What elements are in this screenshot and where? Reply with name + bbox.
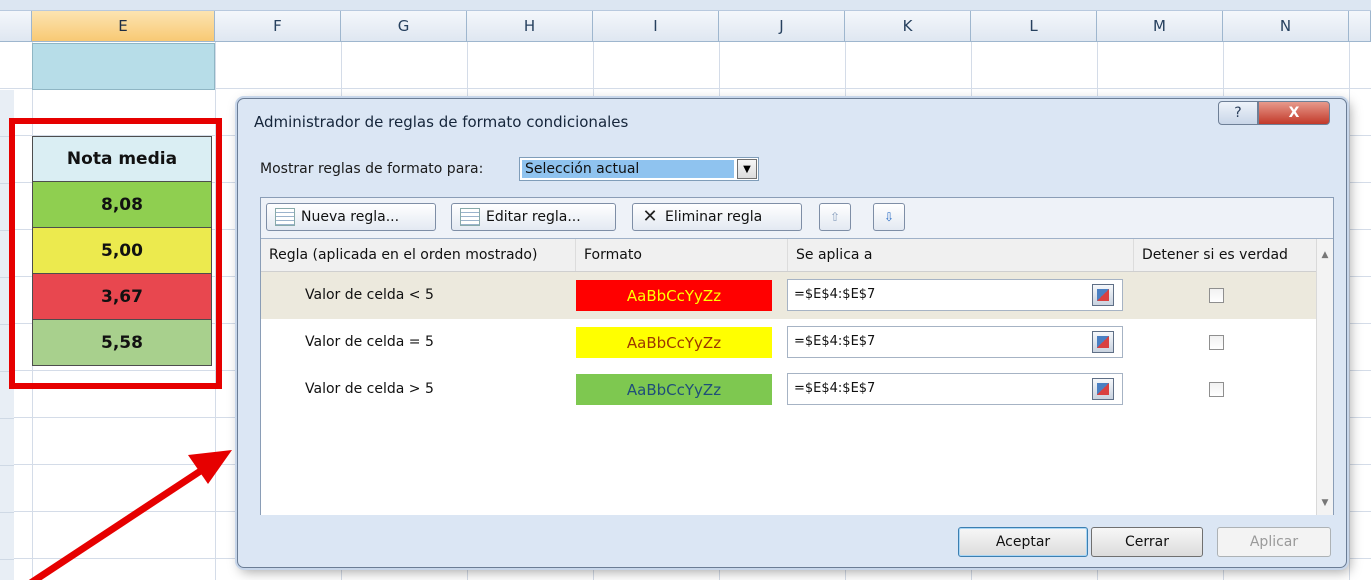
- applies-to-input[interactable]: =$E$4:$E$7: [787, 326, 1123, 358]
- applies-to-input[interactable]: =$E$4:$E$7: [787, 279, 1123, 311]
- range-picker-icon[interactable]: [1092, 331, 1114, 353]
- new-rule-label: Nueva regla...: [301, 209, 400, 225]
- rule-row[interactable]: Valor de celda > 5 AaBbCcYyZz =$E$4:$E$7: [261, 366, 1317, 413]
- ok-button[interactable]: Aceptar: [958, 527, 1088, 557]
- edit-rule-button[interactable]: Editar regla...: [451, 203, 616, 231]
- col-applies-to[interactable]: Se aplica a: [788, 239, 1134, 271]
- edit-rule-label: Editar regla...: [486, 209, 581, 225]
- new-rule-button[interactable]: Nueva regla...: [266, 203, 436, 231]
- delete-icon: ✕: [642, 206, 658, 227]
- close-window-button[interactable]: X: [1258, 101, 1330, 125]
- arrow-down-icon: ⇩: [883, 210, 895, 224]
- arrow-up-icon: ⇧: [829, 210, 841, 224]
- scroll-up-icon[interactable]: ▲: [1317, 247, 1333, 263]
- close-icon: X: [1288, 105, 1300, 121]
- col-format[interactable]: Formato: [576, 239, 788, 271]
- applies-to-value: =$E$4:$E$7: [794, 334, 876, 349]
- help-icon: ?: [1234, 105, 1242, 121]
- rules-grid: Regla (aplicada en el orden mostrado) Fo…: [261, 239, 1333, 515]
- rule-description: Valor de celda < 5: [305, 287, 434, 303]
- delete-rule-button[interactable]: ✕ Eliminar regla: [632, 203, 802, 231]
- format-preview: AaBbCcYyZz: [576, 280, 772, 311]
- edit-rule-icon: [460, 208, 480, 226]
- dropdown-arrow-icon[interactable]: ▼: [737, 159, 757, 179]
- arrow-shaft: [28, 465, 207, 580]
- applies-to-value: =$E$4:$E$7: [794, 287, 876, 302]
- rules-toolbar: Nueva regla... Editar regla... ✕ Elimina…: [261, 198, 1333, 239]
- stop-if-true-checkbox[interactable]: [1209, 288, 1224, 303]
- col-stop-if-true[interactable]: Detener si es verdad: [1134, 239, 1317, 271]
- stop-if-true-checkbox[interactable]: [1209, 335, 1224, 350]
- apply-button[interactable]: Aplicar: [1217, 527, 1331, 557]
- col-rule[interactable]: Regla (aplicada en el orden mostrado): [261, 239, 576, 271]
- new-rule-icon: [275, 208, 295, 226]
- rules-scrollbar[interactable]: ▲ ▼: [1316, 239, 1333, 515]
- move-down-button[interactable]: ⇩: [873, 203, 905, 231]
- rule-row[interactable]: Valor de celda = 5 AaBbCcYyZz =$E$4:$E$7: [261, 319, 1317, 366]
- range-picker-icon[interactable]: [1092, 284, 1114, 306]
- show-rules-select[interactable]: Selección actual ▼: [519, 157, 759, 181]
- delete-rule-label: Eliminar regla: [665, 209, 763, 225]
- range-picker-icon[interactable]: [1092, 378, 1114, 400]
- rule-description: Valor de celda = 5: [305, 334, 434, 350]
- rule-description: Valor de celda > 5: [305, 381, 434, 397]
- rules-panel: Nueva regla... Editar regla... ✕ Elimina…: [260, 197, 1334, 515]
- rules-grid-header: Regla (aplicada en el orden mostrado) Fo…: [261, 239, 1317, 272]
- show-rules-value: Selección actual: [522, 160, 734, 178]
- show-rules-label: Mostrar reglas de formato para:: [260, 161, 484, 177]
- applies-to-value: =$E$4:$E$7: [794, 381, 876, 396]
- format-preview: AaBbCcYyZz: [576, 374, 772, 405]
- stop-if-true-checkbox[interactable]: [1209, 382, 1224, 397]
- move-up-button[interactable]: ⇧: [819, 203, 851, 231]
- format-preview: AaBbCcYyZz: [576, 327, 772, 358]
- scroll-down-icon[interactable]: ▼: [1317, 495, 1333, 511]
- dialog-title: Administrador de reglas de formato condi…: [254, 113, 629, 131]
- conditional-formatting-dialog: Administrador de reglas de formato condi…: [237, 98, 1347, 568]
- rule-row[interactable]: Valor de celda < 5 AaBbCcYyZz =$E$4:$E$7: [261, 272, 1317, 319]
- applies-to-input[interactable]: =$E$4:$E$7: [787, 373, 1123, 405]
- help-button[interactable]: ?: [1218, 101, 1258, 125]
- close-button[interactable]: Cerrar: [1091, 527, 1203, 557]
